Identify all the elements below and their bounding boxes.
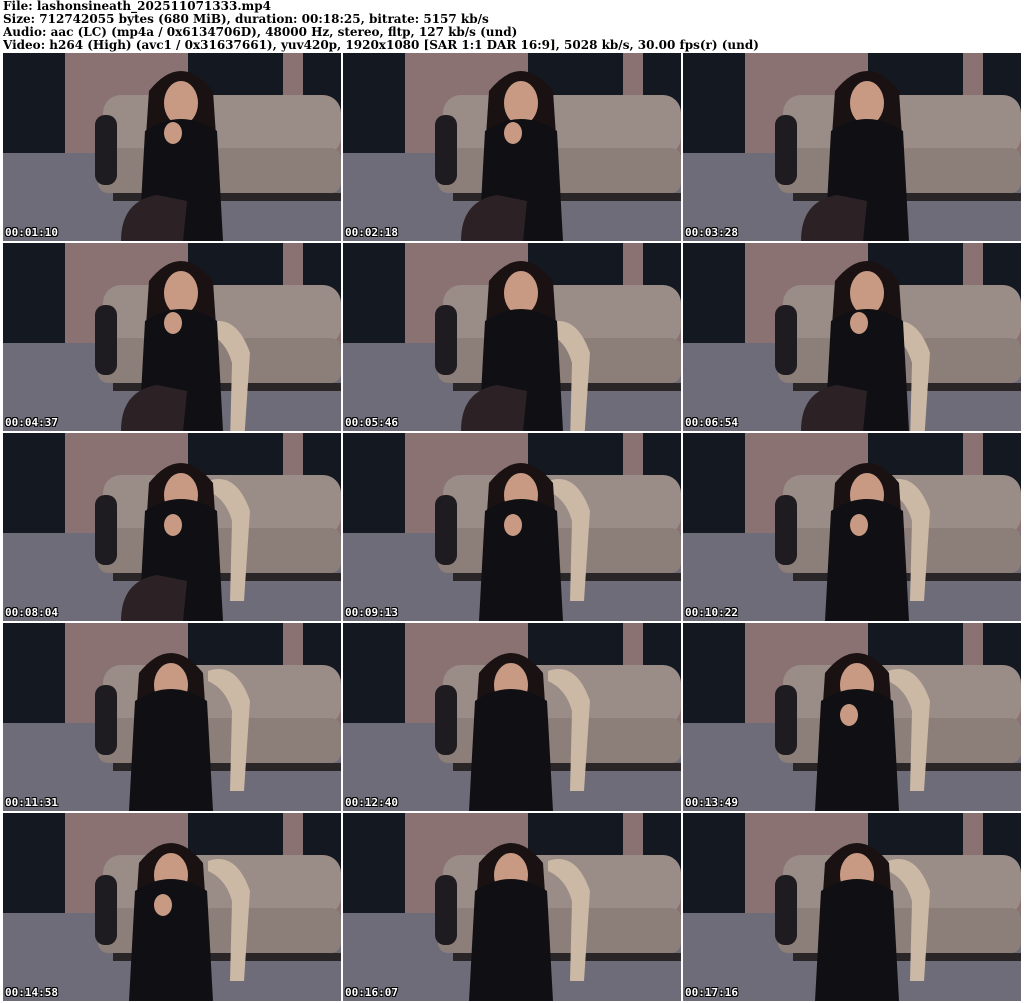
thumbnail-timestamp: 00:16:07 <box>345 986 398 999</box>
video-thumbnail: 00:11:31 <box>3 623 341 811</box>
thumbnail-frame-image <box>343 623 681 811</box>
thumbnail-frame-image <box>683 813 1021 1001</box>
video-thumbnail: 00:13:49 <box>683 623 1021 811</box>
thumbnail-frame-image <box>3 53 341 241</box>
thumbnail-frame-image <box>683 53 1021 241</box>
thumbnail-timestamp: 00:03:28 <box>685 226 738 239</box>
video-thumbnail: 00:04:37 <box>3 243 341 431</box>
thumbnail-frame-image <box>683 433 1021 621</box>
thumbnail-frame-image <box>3 813 341 1001</box>
thumbnail-frame-image <box>3 243 341 431</box>
thumbnail-timestamp: 00:17:16 <box>685 986 738 999</box>
thumbnail-frame-image <box>343 53 681 241</box>
video-thumbnail: 00:17:16 <box>683 813 1021 1001</box>
thumbnail-frame-image <box>683 243 1021 431</box>
thumbnail-timestamp: 00:01:10 <box>5 226 58 239</box>
video-thumbnail: 00:02:18 <box>343 53 681 241</box>
thumbnail-frame-image <box>683 623 1021 811</box>
video-info-line: Video: h264 (High) (avc1 / 0x31637661), … <box>3 39 759 52</box>
thumbnail-timestamp: 00:06:54 <box>685 416 738 429</box>
file-size-line: Size: 712742055 bytes (680 MiB), duratio… <box>3 13 489 26</box>
thumbnail-timestamp: 00:10:22 <box>685 606 738 619</box>
thumbnail-timestamp: 00:12:40 <box>345 796 398 809</box>
thumbnail-frame-image <box>3 433 341 621</box>
audio-info-line: Audio: aac (LC) (mp4a / 0x6134706D), 480… <box>3 26 518 39</box>
thumbnail-timestamp: 00:05:46 <box>345 416 398 429</box>
video-thumbnail: 00:09:13 <box>343 433 681 621</box>
thumbnail-timestamp: 00:14:58 <box>5 986 58 999</box>
video-thumbnail: 00:16:07 <box>343 813 681 1001</box>
thumbnail-timestamp: 00:02:18 <box>345 226 398 239</box>
thumbnail-grid: 00:01:10 00:02:18 00:03:28 00:04:37 00:05:46… <box>2 52 1022 1003</box>
thumbnail-frame-image <box>3 623 341 811</box>
video-thumbnail: 00:06:54 <box>683 243 1021 431</box>
video-thumbnail: 00:12:40 <box>343 623 681 811</box>
video-thumbnail: 00:05:46 <box>343 243 681 431</box>
file-name-line: File: lashonsineath_202511071333.mp4 <box>3 0 271 13</box>
video-thumbnail: 00:08:04 <box>3 433 341 621</box>
thumbnail-timestamp: 00:04:37 <box>5 416 58 429</box>
thumbnail-frame-image <box>343 243 681 431</box>
thumbnail-frame-image <box>343 813 681 1001</box>
thumbnail-timestamp: 00:08:04 <box>5 606 58 619</box>
thumbnail-timestamp: 00:13:49 <box>685 796 738 809</box>
video-thumbnail: 00:01:10 <box>3 53 341 241</box>
thumbnail-timestamp: 00:09:13 <box>345 606 398 619</box>
thumbnail-timestamp: 00:11:31 <box>5 796 58 809</box>
video-thumbnail: 00:03:28 <box>683 53 1021 241</box>
video-thumbnail: 00:10:22 <box>683 433 1021 621</box>
thumbnail-frame-image <box>343 433 681 621</box>
video-thumbnail: 00:14:58 <box>3 813 341 1001</box>
file-info-header: File: lashonsineath_202511071333.mp4 Siz… <box>3 0 1021 52</box>
